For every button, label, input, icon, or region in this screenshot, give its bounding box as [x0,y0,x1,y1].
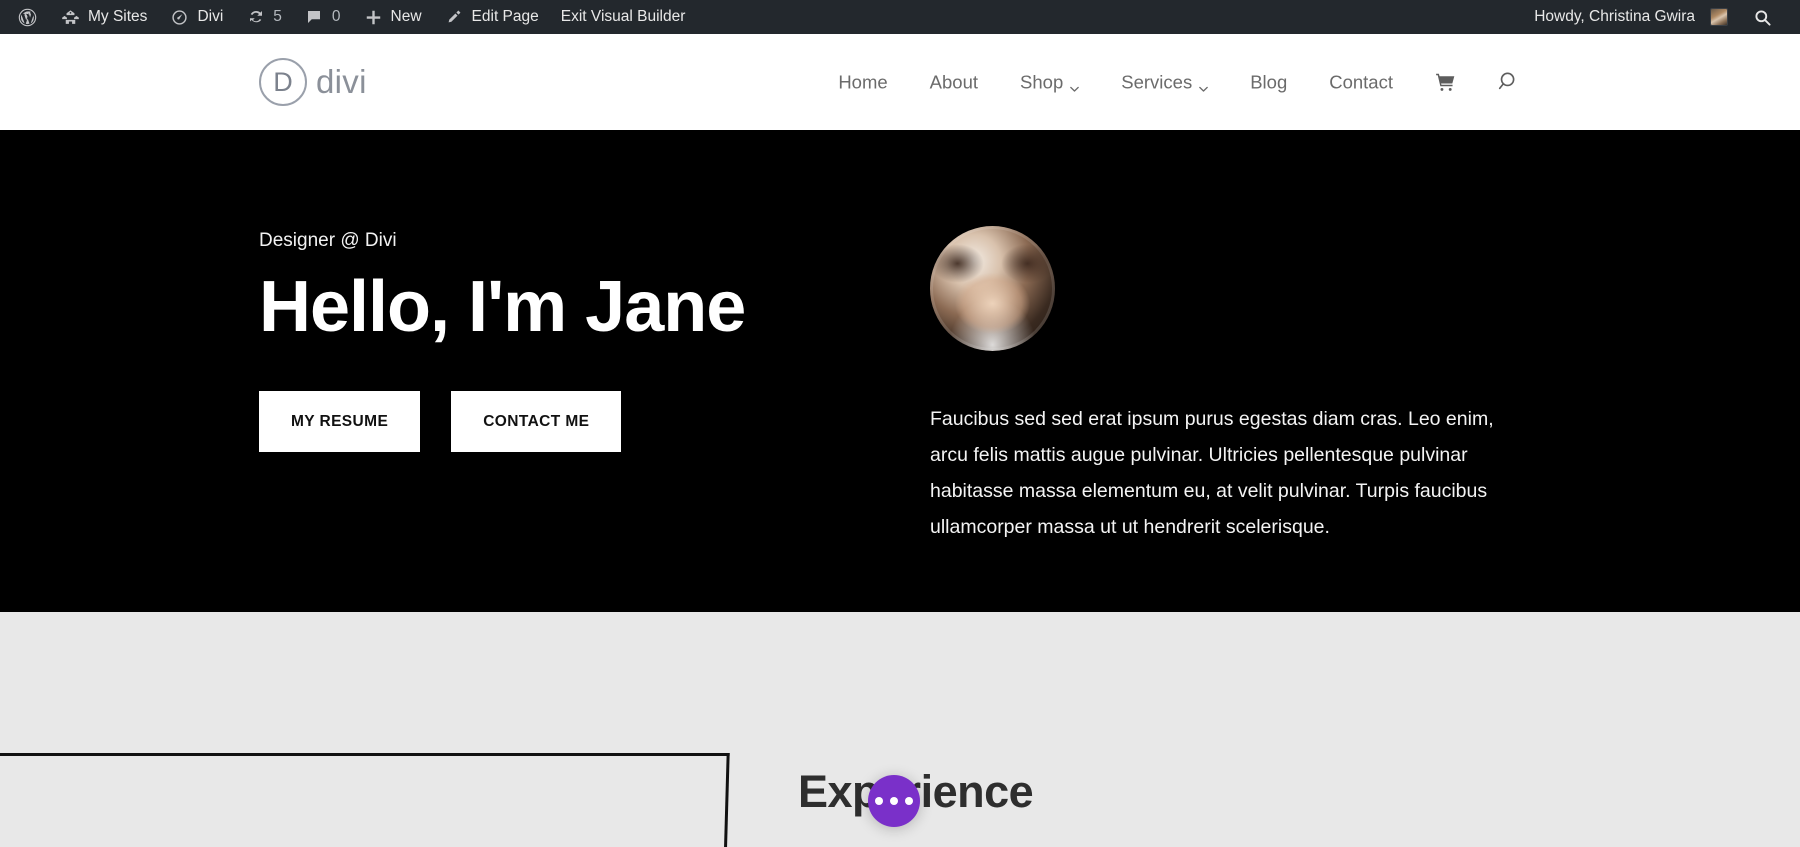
nav-item-services-label: Services [1121,71,1193,92]
ellipsis-dot-icon [905,797,913,805]
my-sites-icon [60,7,81,28]
admin-bar-comments-count: 0 [331,8,341,25]
chevron-down-icon [1198,77,1209,92]
admin-bar-new-label: New [390,8,422,25]
admin-bar-divi-label: Divi [197,8,224,25]
pencil-icon [444,7,465,28]
comments-icon [304,7,325,28]
hero-eyebrow: Designer @ Divi [259,230,397,251]
avatar [1710,8,1728,26]
divi-logo-mark-icon: D [259,58,307,106]
admin-bar-howdy-label: Howdy, Christina Gwira [1534,8,1695,25]
nav-item-about-label: About [929,71,979,92]
nav-item-contact-label: Contact [1329,71,1393,92]
divi-dashboard-icon [169,7,190,28]
divi-logo-letter: D [273,66,293,97]
admin-bar-my-sites-label: My Sites [88,8,148,25]
admin-bar-right-group: Howdy, Christina Gwira [1523,0,1800,34]
hero-button-row: MY RESUME CONTACT ME [259,390,919,453]
site-logo[interactable]: D divi [259,58,367,106]
admin-bar-exit-vb-label: Exit Visual Builder [560,8,686,25]
visual-builder-menu-button[interactable] [868,775,920,827]
hero-left-column: Designer @ Divi Hello, I'm Jane MY RESUM… [259,130,919,453]
profile-photo [930,226,1055,351]
nav-item-contact[interactable]: Contact [1308,71,1414,93]
decorative-outline-box [0,753,730,847]
admin-bar-my-sites[interactable]: My Sites [49,0,158,34]
admin-bar-comments[interactable]: 0 [293,0,352,34]
search-icon[interactable] [1477,70,1542,95]
admin-bar-edit-page-label: Edit Page [471,8,539,25]
nav-item-shop[interactable]: Shop [999,71,1100,93]
admin-bar-updates[interactable]: 5 [234,0,293,34]
nav-item-services[interactable]: Services [1100,71,1229,93]
contact-me-button[interactable]: CONTACT ME [451,390,622,453]
ellipsis-dot-icon [875,797,883,805]
divi-logo-wordmark: divi [316,63,367,100]
hero-paragraph: Faucibus sed sed erat ipsum purus egesta… [930,408,1494,539]
shopping-cart-icon[interactable] [1414,71,1477,94]
admin-bar-exit-visual-builder[interactable]: Exit Visual Builder [550,0,697,34]
nav-item-about[interactable]: About [909,71,999,93]
page-title: Hello, I'm Jane [259,267,746,347]
admin-bar-new-content[interactable]: New [352,0,433,34]
hero-right-column: Faucibus sed sed erat ipsum purus egesta… [930,130,1530,545]
admin-bar-account[interactable]: Howdy, Christina Gwira [1523,0,1739,34]
ellipsis-dot-icon [890,797,898,805]
wordpress-logo-icon [17,7,38,28]
primary-navigation: Home About Shop Services Blog Contact [817,70,1542,95]
admin-bar-divi[interactable]: Divi [158,0,234,34]
plus-icon [363,7,384,28]
site-header: D divi Home About Shop Services Blog Con… [0,34,1800,130]
nav-item-home[interactable]: Home [817,71,908,93]
admin-bar-search-button[interactable] [1739,7,1786,28]
my-resume-button[interactable]: MY RESUME [259,390,421,453]
wp-admin-bar: My Sites Divi 5 0 New Edit Page Exit Vis… [0,0,1800,34]
nav-item-home-label: Home [838,71,888,92]
search-icon [1752,7,1773,28]
admin-bar-updates-count: 5 [273,8,282,25]
nav-item-blog[interactable]: Blog [1229,71,1308,93]
hero-section: Designer @ Divi Hello, I'm Jane MY RESUM… [0,130,1800,612]
admin-bar-edit-page[interactable]: Edit Page [433,0,550,34]
admin-bar-left-group: My Sites Divi 5 0 New Edit Page Exit Vis… [0,0,696,34]
nav-item-shop-label: Shop [1020,71,1064,92]
admin-bar-wordpress-logo[interactable] [6,0,49,34]
updates-icon [245,7,266,28]
nav-item-blog-label: Blog [1250,71,1288,92]
chevron-down-icon [1069,77,1080,92]
page-root: My Sites Divi 5 0 New Edit Page Exit Vis… [0,0,1800,847]
